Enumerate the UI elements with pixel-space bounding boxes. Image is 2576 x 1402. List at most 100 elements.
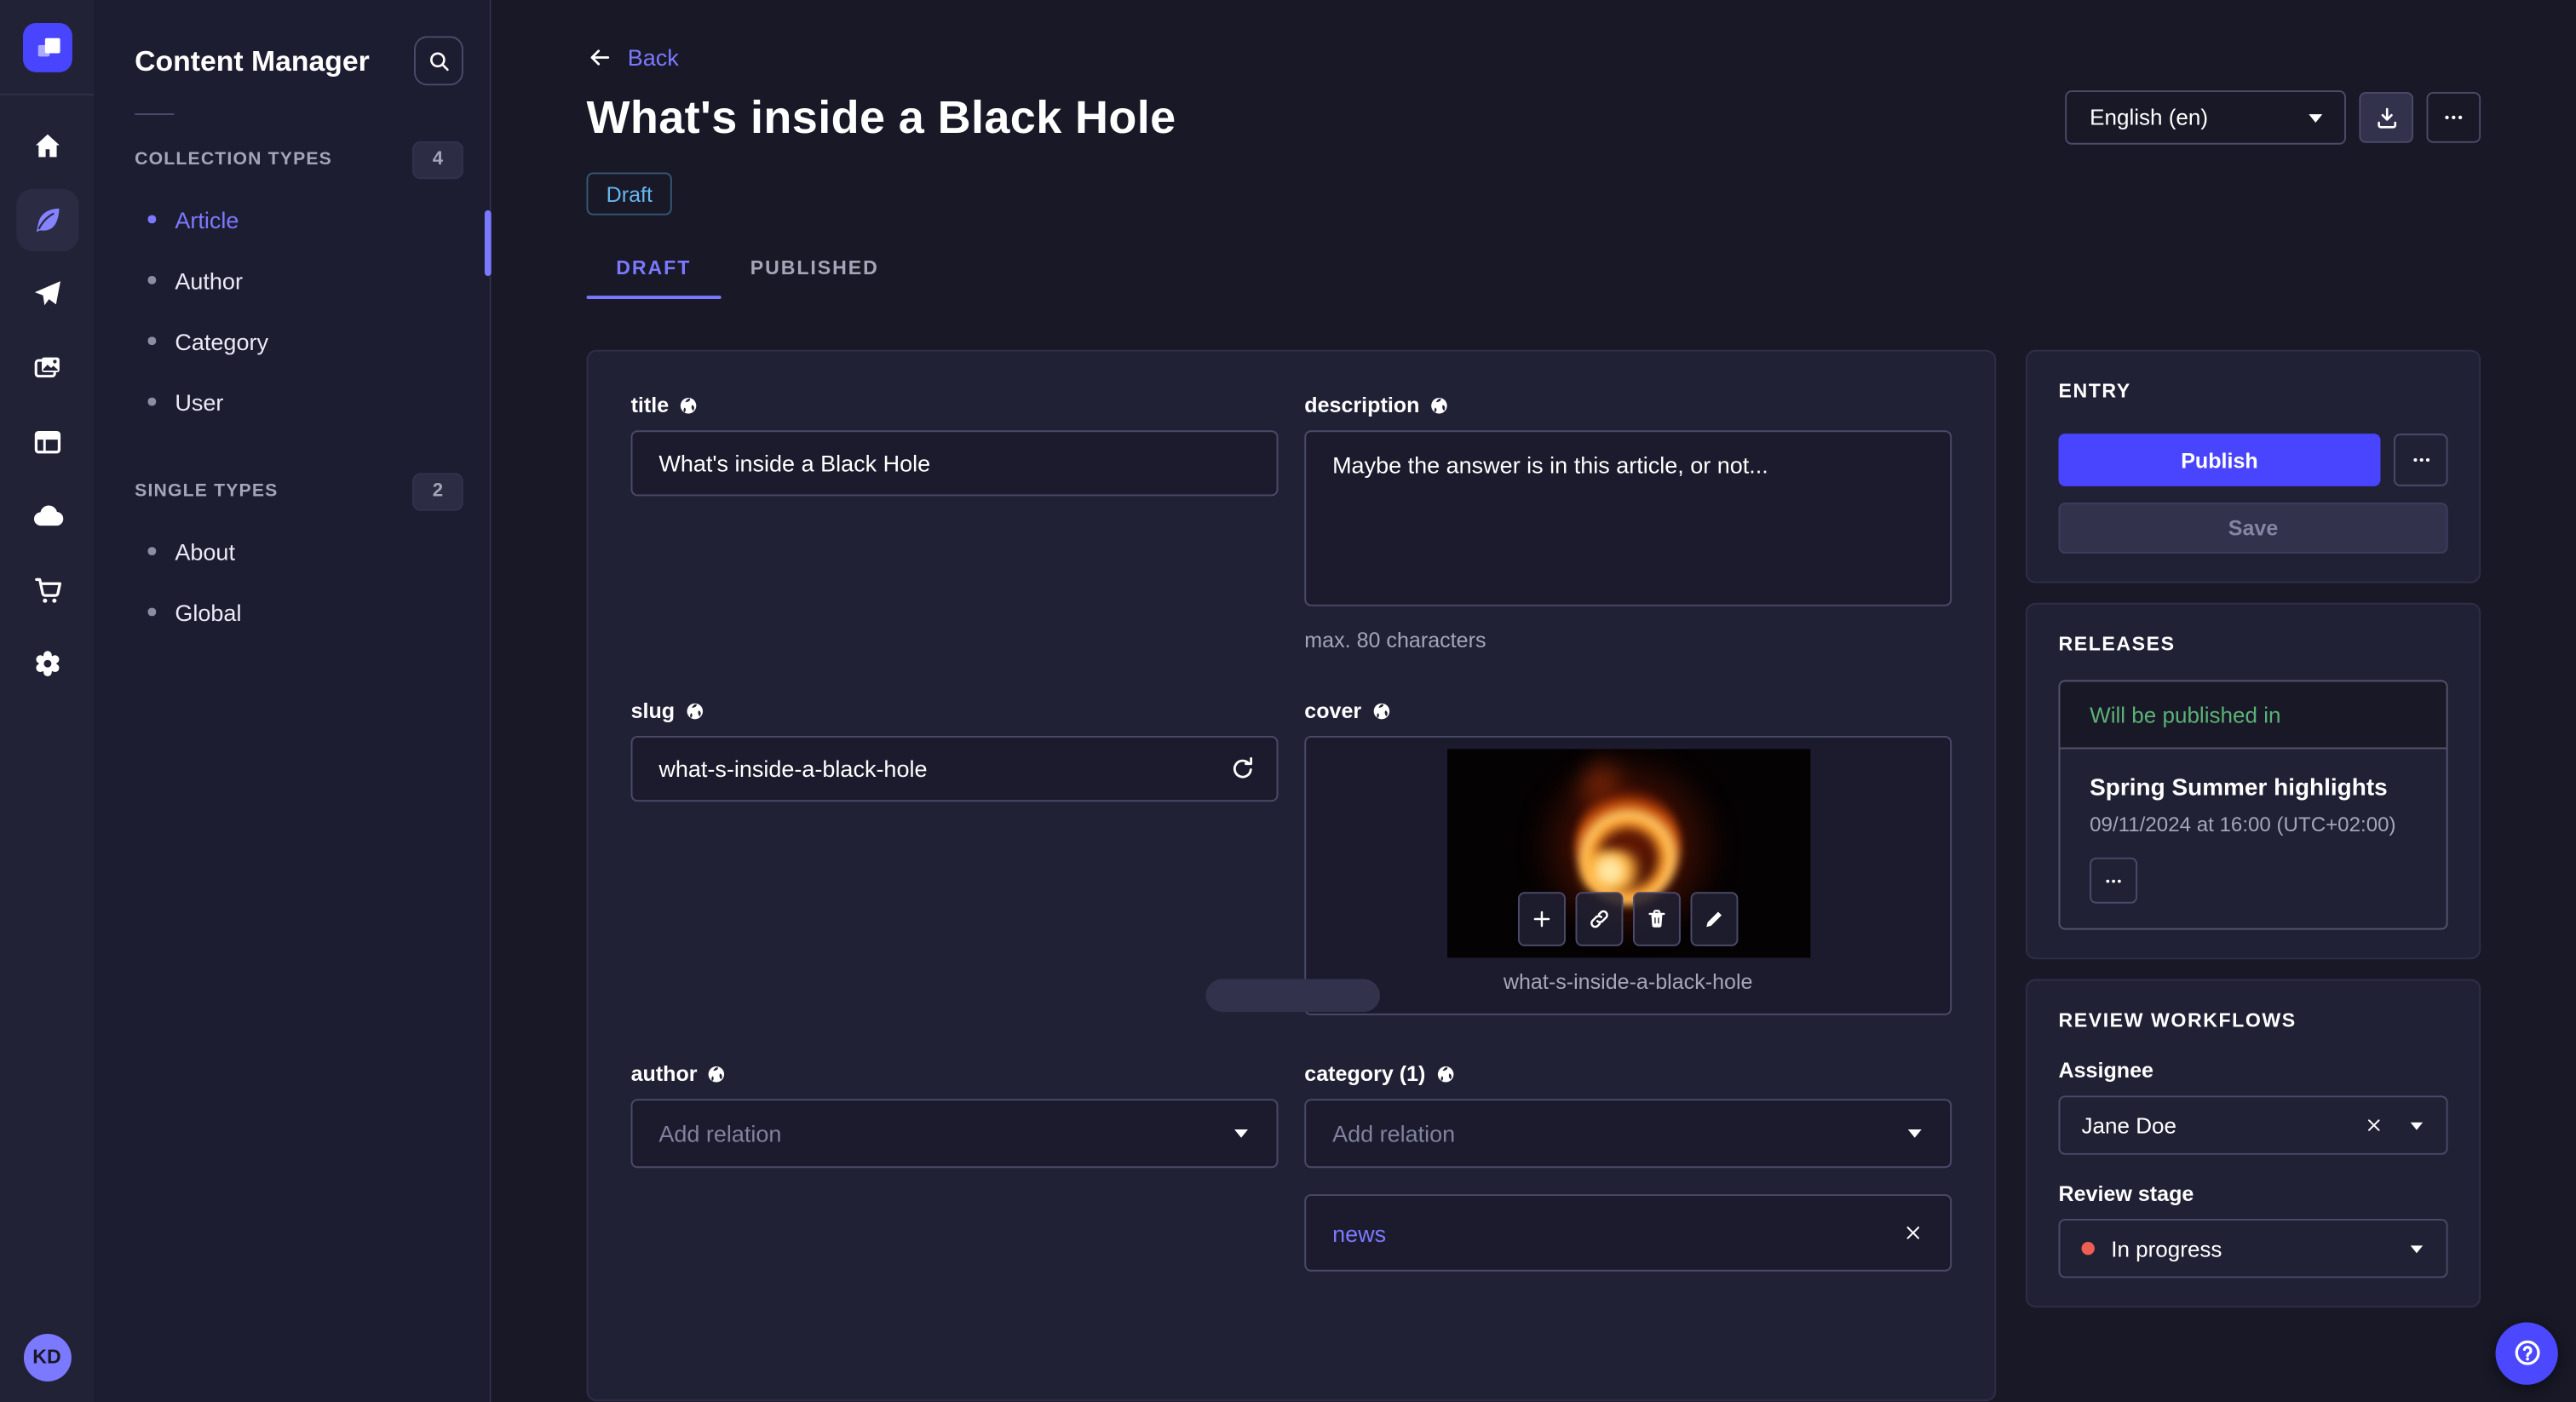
bullet-dot — [147, 608, 156, 616]
content-type-builder-icon[interactable] — [15, 411, 78, 473]
sidebar-item-user[interactable]: User — [94, 371, 490, 432]
release-name: Spring Summer highlights — [2090, 775, 2388, 802]
clear-assignee-icon[interactable] — [2364, 1115, 2383, 1135]
back-link[interactable]: Back — [586, 44, 679, 71]
delete-media-button[interactable] — [1632, 892, 1681, 946]
stage-status-dot — [2081, 1241, 2095, 1255]
releases-panel: RELEASES Will be published in Spring Sum… — [2025, 602, 2481, 960]
review-stage-select[interactable]: In progress — [2058, 1218, 2448, 1278]
question-mark-icon — [2511, 1337, 2543, 1369]
category-placeholder: Add relation — [1332, 1120, 1456, 1147]
cover-image[interactable] — [1446, 749, 1810, 958]
i18n-globe-icon — [1371, 701, 1391, 721]
user-avatar[interactable]: KD — [22, 1333, 71, 1381]
field-cover: cover what-s-inside-a-black-hole — [1304, 698, 1952, 1015]
entry-more-button[interactable] — [2393, 434, 2448, 486]
sidebar-item-label: Global — [175, 598, 242, 625]
add-component-button[interactable] — [1205, 979, 1380, 1012]
field-title: title — [630, 392, 1279, 652]
title-input[interactable] — [630, 430, 1279, 497]
main-content: Back What's inside a Black Hole English … — [490, 0, 2576, 1402]
i18n-globe-icon — [707, 1064, 727, 1083]
strapi-logo-icon — [22, 22, 72, 72]
search-icon — [426, 49, 451, 73]
export-download-button[interactable] — [2359, 91, 2414, 143]
field-label: cover — [1304, 698, 1362, 723]
field-label: slug — [630, 698, 676, 723]
release-date: 09/11/2024 at 16:00 (UTC+02:00) — [2090, 813, 2396, 836]
more-dots-icon — [2441, 105, 2466, 129]
copy-link-button[interactable] — [1575, 892, 1624, 946]
field-label: title — [630, 392, 670, 417]
single-types-section: SINGLE TYPES 2 About Global — [94, 471, 490, 642]
app-window: KD Content Manager COLLECTION TYPES 4 Ar… — [0, 0, 2576, 1402]
media-library-icon[interactable] — [15, 336, 78, 399]
category-relation-select[interactable]: Add relation — [1304, 1099, 1952, 1169]
marketplace-cart-icon[interactable] — [15, 559, 78, 621]
review-workflows-panel: REVIEW WORKFLOWS Assignee Jane Doe Revie… — [2025, 979, 2481, 1308]
section-count-badge: 4 — [412, 140, 463, 179]
entry-panel: ENTRY Publish Save — [2025, 349, 2481, 583]
more-dots-icon — [2409, 448, 2432, 471]
release-more-button[interactable] — [2090, 857, 2138, 904]
tab-draft[interactable]: DRAFT — [586, 256, 721, 299]
add-media-button[interactable] — [1517, 892, 1566, 946]
content-manager-icon[interactable] — [15, 188, 78, 252]
bullet-dot — [147, 336, 156, 345]
field-author: author Add relation — [630, 1060, 1279, 1272]
section-count-badge: 2 — [412, 472, 463, 510]
assignee-label: Assignee — [2058, 1057, 2153, 1083]
remove-relation-icon[interactable] — [1902, 1222, 1923, 1244]
field-slug: slug — [630, 698, 1279, 1015]
cover-media-box: what-s-inside-a-black-hole — [1304, 735, 1952, 1015]
description-textarea[interactable]: Maybe the answer is in this article, or … — [1304, 430, 1952, 606]
releases-panel-title: RELEASES — [2058, 632, 2176, 656]
release-card-header: Will be published in — [2060, 681, 2447, 750]
releases-icon[interactable] — [15, 263, 78, 325]
i18n-globe-icon — [679, 395, 699, 415]
cloud-icon[interactable] — [15, 485, 78, 547]
edit-media-button[interactable] — [1690, 892, 1739, 946]
field-label: category (1) — [1304, 1060, 1426, 1086]
cover-filename: what-s-inside-a-black-hole — [1503, 968, 1753, 994]
help-button[interactable] — [2495, 1321, 2558, 1384]
main-nav-rail: KD — [0, 0, 95, 1402]
collection-types-section: COLLECTION TYPES 4 Article Author Catego… — [94, 140, 490, 432]
assignee-select[interactable]: Jane Doe — [2058, 1095, 2448, 1155]
sidebar-item-label: About — [175, 537, 235, 565]
home-icon[interactable] — [15, 115, 78, 177]
author-relation-select[interactable]: Add relation — [630, 1099, 1279, 1169]
chevron-down-icon — [1232, 1127, 1250, 1140]
relation-link-news[interactable]: news — [1332, 1220, 1386, 1246]
field-label: author — [630, 1060, 698, 1086]
field-category: category (1) Add relation news — [1304, 1061, 1952, 1272]
content-manager-sidebar: Content Manager COLLECTION TYPES 4 Artic… — [93, 0, 492, 1402]
regenerate-slug-icon[interactable] — [1229, 755, 1257, 783]
download-icon — [2373, 104, 2400, 130]
assignee-value: Jane Doe — [2081, 1112, 2176, 1138]
header-more-button[interactable] — [2426, 91, 2481, 143]
edit-form-card: title description Maybe the answer is in… — [586, 349, 1997, 1402]
sidebar-item-author[interactable]: Author — [94, 250, 490, 310]
chevron-down-icon — [2307, 111, 2325, 124]
chevron-down-icon — [1906, 1127, 1923, 1140]
tab-published[interactable]: PUBLISHED — [721, 256, 909, 299]
sidebar-item-category[interactable]: Category — [94, 310, 490, 371]
publish-button[interactable]: Publish — [2058, 434, 2381, 486]
arrow-left-icon — [586, 44, 612, 71]
review-stage-label: Review stage — [2058, 1181, 2194, 1206]
sidebar-item-global[interactable]: Global — [94, 582, 490, 642]
locale-select-value: English (en) — [2090, 105, 2209, 130]
field-label: description — [1304, 392, 1420, 417]
entry-panel-title: ENTRY — [2058, 379, 2131, 403]
field-description: description Maybe the answer is in this … — [1304, 393, 1952, 652]
strapi-logo[interactable] — [0, 0, 94, 95]
slug-input[interactable] — [630, 735, 1279, 802]
settings-gear-icon[interactable] — [15, 632, 78, 694]
sidebar-item-label: Article — [175, 206, 239, 233]
sidebar-item-about[interactable]: About — [94, 520, 490, 581]
save-button[interactable]: Save — [2058, 503, 2448, 554]
search-button[interactable] — [413, 36, 463, 86]
locale-select[interactable]: English (en) — [2065, 90, 2346, 145]
sidebar-item-article[interactable]: Article — [94, 189, 490, 250]
